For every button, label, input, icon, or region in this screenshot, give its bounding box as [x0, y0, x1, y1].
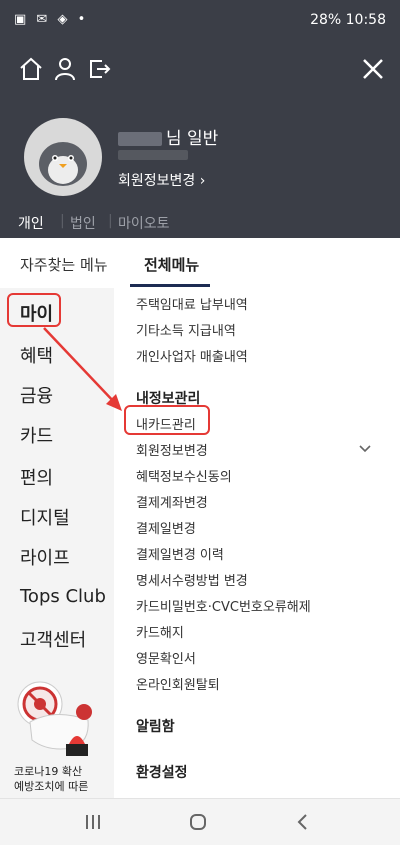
- sidebar-item-convenience[interactable]: 편의: [20, 464, 53, 490]
- tab-personal[interactable]: 개인: [18, 213, 44, 233]
- recent-apps-icon[interactable]: [84, 813, 102, 831]
- masked-name: [118, 132, 162, 146]
- highlight-box-my: [7, 293, 61, 327]
- app-header: 님 일반 회원정보변경 ›: [0, 40, 400, 208]
- back-icon[interactable]: [294, 813, 312, 831]
- active-tab-indicator: [130, 284, 210, 287]
- tab-favorite-menu[interactable]: 자주찾는 메뉴: [20, 254, 108, 275]
- sidebar-item-tops-club[interactable]: Tops Club: [20, 586, 106, 607]
- menu-content: 주택임대료 납부내역 기타소득 지급내역 개인사업자 매출내역 내정보관리 내카…: [114, 288, 400, 798]
- menu-item-benefit-consent[interactable]: 혜택정보수신동의: [136, 466, 232, 485]
- user-name: 님 일반: [118, 124, 218, 149]
- category-sidebar: 마이 혜택 금융 카드 편의 디지털 라이프 Tops Club 고객센터 코로…: [0, 288, 114, 798]
- sidebar-item-finance[interactable]: 금융: [20, 382, 53, 408]
- menu-item-english-certificate[interactable]: 영문확인서: [136, 648, 196, 667]
- menu-item-pin-reset[interactable]: 카드비밀번호·CVC번호오류해제: [136, 596, 311, 615]
- home-icon[interactable]: [16, 54, 46, 84]
- chevron-down-icon[interactable]: [358, 442, 372, 456]
- status-battery-time: 28% 10:58: [310, 12, 386, 28]
- covid-banner-text[interactable]: 코로나19 확산 예방조치에 따른: [14, 764, 88, 794]
- home-button-icon[interactable]: [188, 812, 208, 832]
- user-icon[interactable]: [50, 54, 80, 84]
- sidebar-item-customer-center[interactable]: 고객센터: [20, 626, 86, 652]
- status-bar: ▣ ✉ ◈ • 28% 10:58: [0, 0, 400, 40]
- menu-item-other-income[interactable]: 기타소득 지급내역: [136, 320, 236, 339]
- edit-profile-link[interactable]: 회원정보변경 ›: [118, 170, 205, 190]
- menu-item-business-sales[interactable]: 개인사업자 매출내역: [136, 346, 248, 365]
- menu-item-payment-date-change[interactable]: 결제일변경: [136, 518, 196, 537]
- sidebar-item-digital[interactable]: 디지털: [20, 504, 70, 530]
- penguin-avatar-icon: [39, 142, 87, 186]
- tab-divider: |: [60, 213, 65, 229]
- status-left-icons: ▣ ✉ ◈ •: [14, 12, 89, 27]
- highlight-box-my-cards: [124, 405, 210, 435]
- member-type-tabs: 개인 | 법인 | 마이오토: [0, 208, 400, 238]
- logout-icon[interactable]: [84, 54, 114, 84]
- system-navigation-bar: [0, 798, 400, 845]
- avatar: [24, 118, 102, 196]
- section-notifications[interactable]: 알림함: [136, 716, 175, 736]
- tab-myauto[interactable]: 마이오토: [118, 213, 170, 233]
- sidebar-item-life[interactable]: 라이프: [20, 544, 70, 570]
- menu-item-rent-payment[interactable]: 주택임대료 납부내역: [136, 294, 248, 313]
- menu-item-online-withdraw[interactable]: 온라인회원탈퇴: [136, 674, 220, 693]
- menu-tabs: 자주찾는 메뉴 전체메뉴: [0, 238, 400, 289]
- menu-item-member-info-change[interactable]: 회원정보변경: [136, 440, 208, 459]
- menu-item-account-change[interactable]: 결제계좌변경: [136, 492, 208, 511]
- sidebar-item-card[interactable]: 카드: [20, 422, 53, 448]
- sidebar-item-benefits[interactable]: 혜택: [20, 342, 53, 368]
- menu-item-payment-date-history[interactable]: 결제일변경 이력: [136, 544, 224, 563]
- tab-divider: |: [108, 213, 113, 229]
- menu-item-statement-method[interactable]: 명세서수령방법 변경: [136, 570, 248, 589]
- user-grade: 님 일반: [166, 129, 219, 149]
- masked-id: [118, 150, 188, 160]
- tab-corporate[interactable]: 법인: [70, 213, 96, 233]
- section-settings[interactable]: 환경설정: [136, 762, 188, 782]
- close-icon[interactable]: [358, 54, 388, 84]
- tab-all-menu[interactable]: 전체메뉴: [144, 254, 199, 275]
- menu-item-card-cancel[interactable]: 카드해지: [136, 622, 184, 641]
